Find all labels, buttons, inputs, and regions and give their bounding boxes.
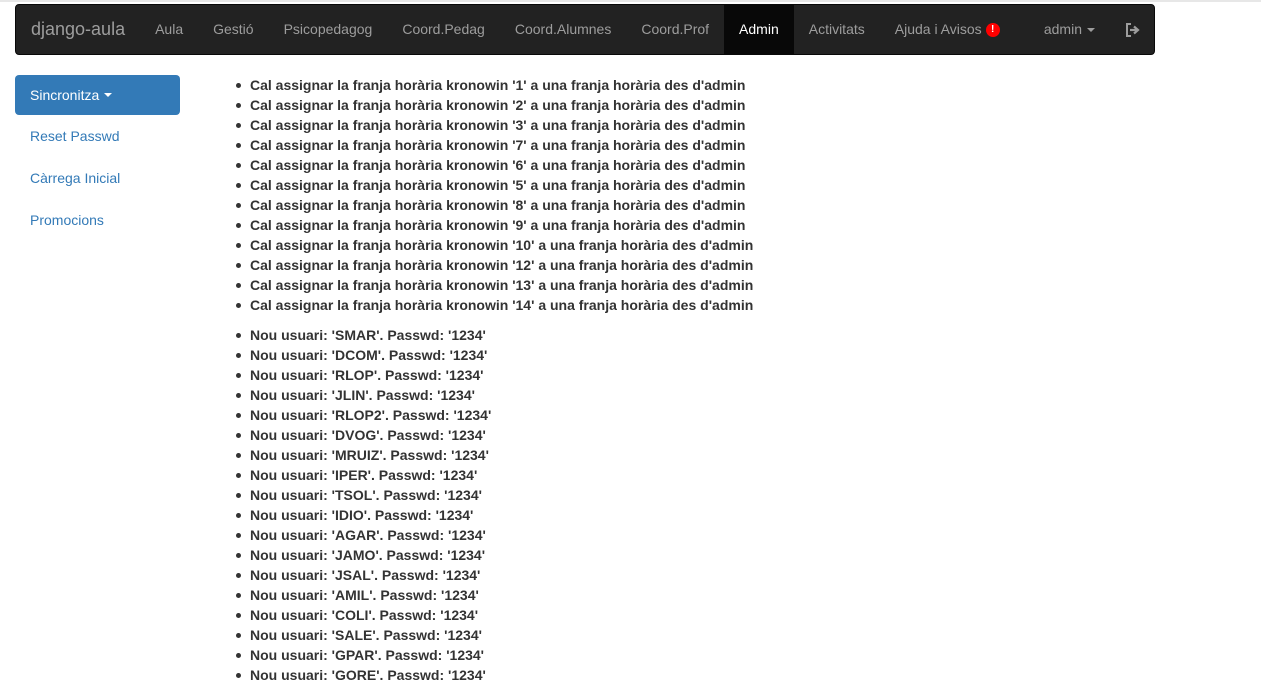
franja-message: Cal assignar la franja horària kronowin … — [232, 155, 753, 175]
new-user-message: Nou usuari: 'AGAR'. Passwd: '1234' — [232, 525, 753, 545]
new-user-message: Nou usuari: 'COLI'. Passwd: '1234' — [232, 605, 753, 625]
franja-message: Cal assignar la franja horària kronowin … — [232, 235, 753, 255]
franja-message-list: Cal assignar la franja horària kronowin … — [232, 75, 753, 315]
top-navbar: django-aula Aula Gestió Psicopedagog Coo… — [15, 4, 1155, 55]
franja-message: Cal assignar la franja horària kronowin … — [232, 75, 753, 95]
franja-message: Cal assignar la franja horària kronowin … — [232, 275, 753, 295]
new-user-message: Nou usuari: 'RLOP'. Passwd: '1234' — [232, 365, 753, 385]
new-user-message-list: Nou usuari: 'SMAR'. Passwd: '1234' Nou us… — [232, 325, 753, 685]
nav-coord-prof[interactable]: Coord.Prof — [626, 5, 724, 54]
logout-icon — [1126, 22, 1140, 37]
brand-logo[interactable]: django-aula — [16, 5, 140, 54]
logout-button[interactable] — [1110, 5, 1154, 54]
franja-message: Cal assignar la franja horària kronowin … — [232, 295, 753, 315]
nav-ajuda-avisos-label: Ajuda i Avisos — [894, 21, 982, 37]
franja-message: Cal assignar la franja horària kronowin … — [232, 115, 753, 135]
franja-message: Cal assignar la franja horària kronowin … — [232, 135, 753, 155]
sidebar: Sincronitza Reset Passwd Càrrega Inicial… — [15, 75, 180, 241]
new-user-message: Nou usuari: 'DVOG'. Passwd: '1234' — [232, 425, 753, 445]
chevron-down-icon — [104, 93, 113, 97]
sidebar-link-promocions[interactable]: Promocions — [15, 199, 180, 241]
new-user-message: Nou usuari: 'TSOL'. Passwd: '1234' — [232, 485, 753, 505]
new-user-message: Nou usuari: 'IDIO'. Passwd: '1234' — [232, 505, 753, 525]
new-user-message: Nou usuari: 'SMAR'. Passwd: '1234' — [232, 325, 753, 345]
nav-ajuda-avisos[interactable]: Ajuda i Avisos ! — [880, 5, 1015, 54]
sincronitza-dropdown-button[interactable]: Sincronitza — [15, 75, 180, 115]
franja-message: Cal assignar la franja horària kronowin … — [232, 215, 753, 235]
nav-coord-alumnes[interactable]: Coord.Alumnes — [500, 5, 627, 54]
user-menu-label: admin — [1043, 21, 1082, 37]
page-top-rule — [0, 0, 1261, 2]
nav-aula[interactable]: Aula — [140, 5, 198, 54]
new-user-message: Nou usuari: 'IPER'. Passwd: '1234' — [232, 465, 753, 485]
new-user-message: Nou usuari: 'RLOP2'. Passwd: '1234' — [232, 405, 753, 425]
sidebar-link-reset-passwd[interactable]: Reset Passwd — [15, 115, 180, 157]
franja-message: Cal assignar la franja horària kronowin … — [232, 195, 753, 215]
chevron-down-icon — [1087, 27, 1095, 32]
nav-activitats[interactable]: Activitats — [794, 5, 880, 54]
nav-psicopedagog[interactable]: Psicopedagog — [269, 5, 388, 54]
new-user-message: Nou usuari: 'DCOM'. Passwd: '1234' — [232, 345, 753, 365]
exclamation-circle-icon: ! — [985, 22, 1000, 37]
franja-message: Cal assignar la franja horària kronowin … — [232, 175, 753, 195]
new-user-message: Nou usuari: 'AMIL'. Passwd: '1234' — [232, 585, 753, 605]
main-content: Cal assignar la franja horària kronowin … — [232, 75, 753, 685]
new-user-message: Nou usuari: 'JAMO'. Passwd: '1234' — [232, 545, 753, 565]
sidebar-link-carrega-inicial[interactable]: Càrrega Inicial — [15, 157, 180, 199]
nav-gestio[interactable]: Gestió — [198, 5, 268, 54]
nav-coord-pedag[interactable]: Coord.Pedag — [387, 5, 500, 54]
user-menu[interactable]: admin — [1029, 5, 1110, 54]
sincronitza-label: Sincronitza — [30, 87, 100, 103]
new-user-message: Nou usuari: 'MRUIZ'. Passwd: '1234' — [232, 445, 753, 465]
new-user-message: Nou usuari: 'JSAL'. Passwd: '1234' — [232, 565, 753, 585]
nav-admin[interactable]: Admin — [724, 5, 794, 54]
new-user-message: Nou usuari: 'GPAR'. Passwd: '1234' — [232, 645, 753, 665]
navbar-right: admin — [1029, 5, 1154, 54]
franja-message: Cal assignar la franja horària kronowin … — [232, 95, 753, 115]
franja-message: Cal assignar la franja horària kronowin … — [232, 255, 753, 275]
new-user-message: Nou usuari: 'SALE'. Passwd: '1234' — [232, 625, 753, 645]
new-user-message: Nou usuari: 'JLIN'. Passwd: '1234' — [232, 385, 753, 405]
new-user-message: Nou usuari: 'GORE'. Passwd: '1234' — [232, 665, 753, 685]
